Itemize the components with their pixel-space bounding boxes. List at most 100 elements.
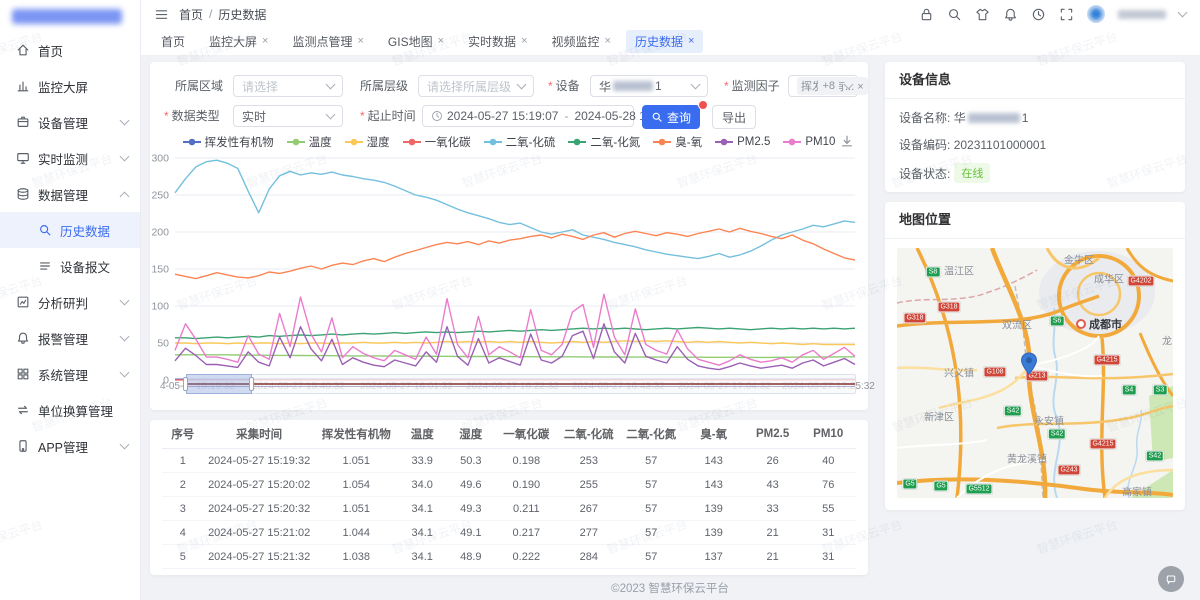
table-cell: 143 [682, 473, 744, 497]
table-row: 22024-05-27 15:20:021.05434.049.60.19025… [162, 473, 856, 497]
datazoom-handle-right[interactable] [249, 377, 254, 391]
sidebar-item-monitor-screen[interactable]: 监控大屏 [0, 68, 140, 104]
level-select[interactable]: 请选择所属层级 [418, 75, 534, 97]
hamburger-menu-icon[interactable] [154, 7, 169, 22]
legend-item[interactable]: 挥发性有机物 [183, 134, 274, 150]
theme-icon[interactable] [975, 7, 990, 22]
table-cell: 57 [620, 545, 682, 569]
level-label: 所属层级 [360, 74, 408, 98]
chevron-down-icon [120, 116, 130, 126]
sidebar-item-analysis[interactable]: 分析研判 [0, 284, 140, 320]
sidebar-item-device-message[interactable]: 设备报文 [0, 248, 140, 284]
lock-icon[interactable] [919, 7, 934, 22]
device-label: 设备 [548, 74, 580, 98]
table-cell: 31 [800, 521, 856, 545]
legend-item[interactable]: 二氧-化硫 [484, 134, 556, 150]
factor-tag[interactable]: 挥发性有... × [797, 77, 868, 95]
tab-close-icon[interactable]: × [357, 36, 363, 47]
tab-point-mgmt[interactable]: 监测点管理× [283, 30, 372, 53]
table-cell: 31 [800, 545, 856, 569]
legend-label: 温度 [309, 134, 332, 150]
search-button[interactable]: 查询 [642, 105, 700, 129]
legend-item[interactable]: 一氧化碳 [403, 134, 471, 150]
legend-label: 湿度 [367, 134, 390, 150]
tab-label: 监控大屏 [209, 33, 257, 50]
username-blurred [1118, 10, 1166, 19]
sidebar-item-home[interactable]: 首页 [0, 32, 140, 68]
legend-item[interactable]: PM10 [783, 134, 835, 150]
data-type-select[interactable]: 实时 [233, 105, 343, 127]
time-range-input[interactable]: 2024-05-27 15:19:07 - 2024-05-28 15:19:0… [422, 105, 634, 127]
table-row: 32024-05-27 15:20:321.05134.149.30.21126… [162, 497, 856, 521]
table-cell: 48.9 [447, 545, 496, 569]
sidebar-item-realtime-monitor[interactable]: 实时监测 [0, 140, 140, 176]
table-cell: 34.0 [398, 473, 447, 497]
clock-icon[interactable] [1031, 7, 1046, 22]
chevron-down-icon [326, 110, 336, 120]
breadcrumb-home[interactable]: 首页 [179, 6, 203, 23]
bell-icon[interactable] [1003, 7, 1018, 22]
avatar[interactable] [1087, 5, 1105, 23]
sidebar-item-unit-convert-mgmt[interactable]: 单位换算管理 [0, 392, 140, 428]
device-name-row: 设备名称: 华1 [899, 109, 1171, 126]
map-place-label: 金牛区 [1064, 252, 1094, 267]
map[interactable]: 温江区金牛区成华区双流区成都市兴义镇新津区永安镇黄龙溪镇高家镇龙S8G4202G… [897, 248, 1173, 498]
tab-close-icon[interactable]: × [605, 36, 611, 47]
table-cell: 3 [162, 497, 204, 521]
datazoom-selection[interactable] [186, 374, 252, 394]
line-chart[interactable]: 050100150200250300 4-05-215:19:322024-05… [150, 150, 868, 402]
search-icon[interactable] [947, 7, 962, 22]
tab-gis-map[interactable]: GIS地图 × [379, 30, 453, 53]
sidebar-item-alarm-mgmt[interactable]: 报警管理 [0, 320, 140, 356]
tag-close-icon[interactable]: × [857, 81, 863, 93]
tab-close-icon[interactable]: × [688, 36, 694, 47]
sidebar-item-label: 实时监测 [38, 149, 88, 168]
filter-chart-card: 所属区域 请选择 所属层级 请选择所属层级 设备 华1 监测因子 挥发性有...… [150, 62, 868, 410]
chat-fab-button[interactable] [1158, 566, 1184, 592]
topbar-actions [919, 5, 1186, 23]
datazoom-handle-left[interactable] [183, 377, 188, 391]
tab-label: 历史数据 [635, 33, 683, 50]
road-badge: S42 [1146, 451, 1164, 462]
tab-close-icon[interactable]: × [262, 36, 268, 47]
legend-item[interactable]: PM2.5 [715, 134, 770, 150]
tab-realtime-data[interactable]: 实时数据× [459, 30, 536, 53]
table-cell: 2024-05-27 15:20:32 [204, 497, 315, 521]
monitor-icon [16, 151, 30, 165]
table-cell: 6 [162, 569, 204, 576]
docsearch-icon [38, 223, 52, 237]
sidebar-item-data-mgmt[interactable]: 数据管理 [0, 176, 140, 212]
tab-monitor-screen[interactable]: 监控大屏 × [200, 30, 277, 53]
sidebar-item-device-mgmt[interactable]: 设备管理 [0, 104, 140, 140]
sidebar-item-history-data[interactable]: 历史数据 [0, 212, 140, 248]
sidebar-item-app-mgmt[interactable]: APP管理 [0, 428, 140, 464]
sidebar-item-system-mgmt[interactable]: 系统管理 [0, 356, 140, 392]
road-badge: G5 [933, 481, 948, 492]
device-select[interactable]: 华1 [590, 75, 708, 97]
table-header-cell: 湿度 [447, 420, 496, 449]
legend-item[interactable]: 湿度 [345, 134, 390, 150]
table-cell: 57 [620, 497, 682, 521]
svg-text:300: 300 [151, 153, 169, 165]
legend-item[interactable]: 臭-氧 [653, 134, 702, 150]
legend-item[interactable]: 二氧-化氮 [568, 134, 640, 150]
table-cell: 0.211 [495, 497, 557, 521]
table-cell: 34.1 [398, 497, 447, 521]
tab-home[interactable]: 首页 [152, 30, 194, 53]
export-button[interactable]: 导出 [712, 105, 756, 129]
tab-close-icon[interactable]: × [521, 36, 527, 47]
chevron-up-icon [120, 191, 130, 201]
datazoom-slider[interactable] [186, 374, 856, 394]
clock-icon [431, 110, 443, 122]
chevron-down-icon[interactable] [1178, 8, 1188, 18]
tab-label: 首页 [161, 33, 185, 50]
tab-close-icon[interactable]: × [438, 36, 444, 47]
tab-history-data[interactable]: 历史数据 × [626, 30, 703, 53]
factor-multiselect[interactable]: 挥发性有... × [788, 75, 858, 97]
tab-label: GIS地图 [388, 33, 433, 50]
region-select[interactable]: 请选择 [233, 75, 343, 97]
fullscreen-icon[interactable] [1059, 7, 1074, 22]
legend-item[interactable]: 温度 [287, 134, 332, 150]
road-badge: S42 [1048, 429, 1066, 440]
tab-video-monitor[interactable]: 视频监控× [543, 30, 620, 53]
